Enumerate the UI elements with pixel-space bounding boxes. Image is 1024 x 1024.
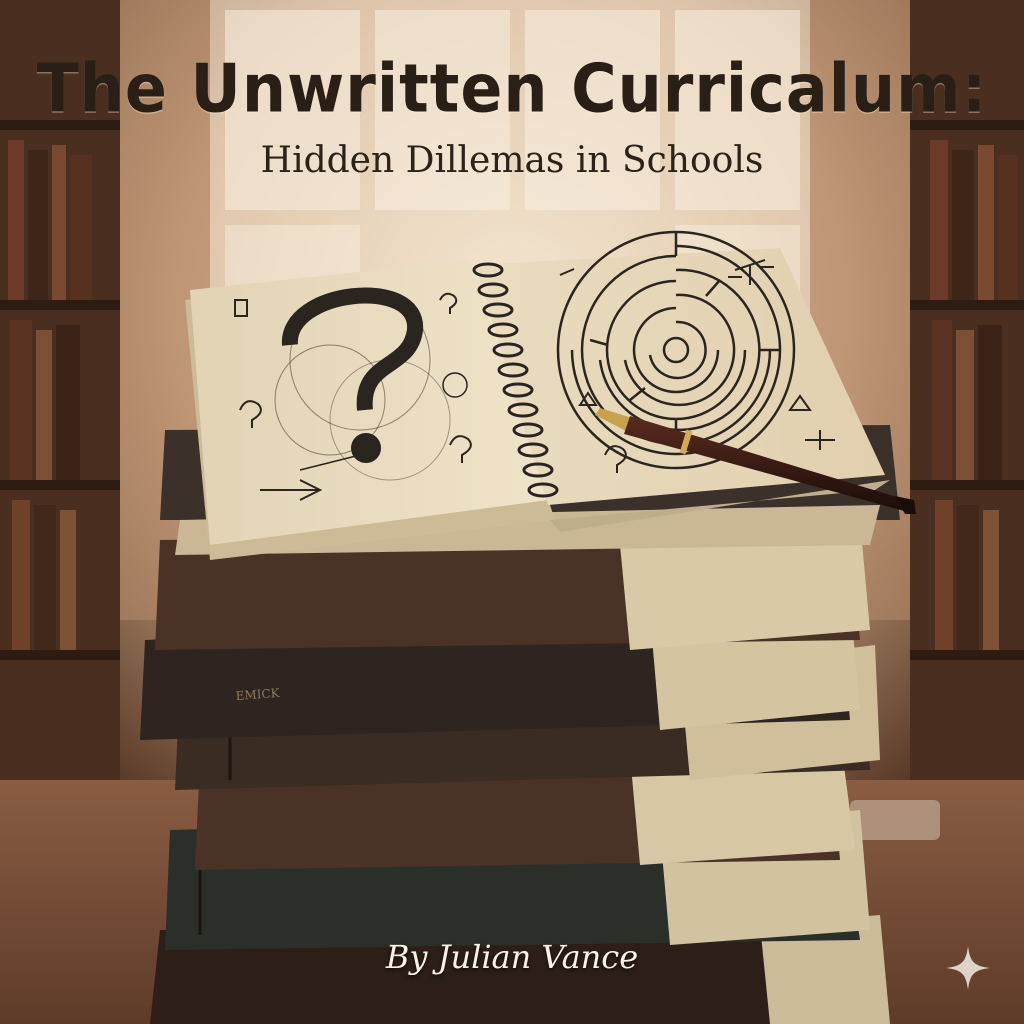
- book-author: By Julian Vance: [385, 938, 639, 976]
- sparkle-icon: [946, 946, 990, 990]
- book-title: The Unwritten Curricalum:: [36, 49, 988, 128]
- book-cover: EMICK The Unwritten Curricalum: Hidden D…: [0, 0, 1024, 1024]
- book-subtitle: Hidden Dillemas in Schools: [260, 140, 764, 181]
